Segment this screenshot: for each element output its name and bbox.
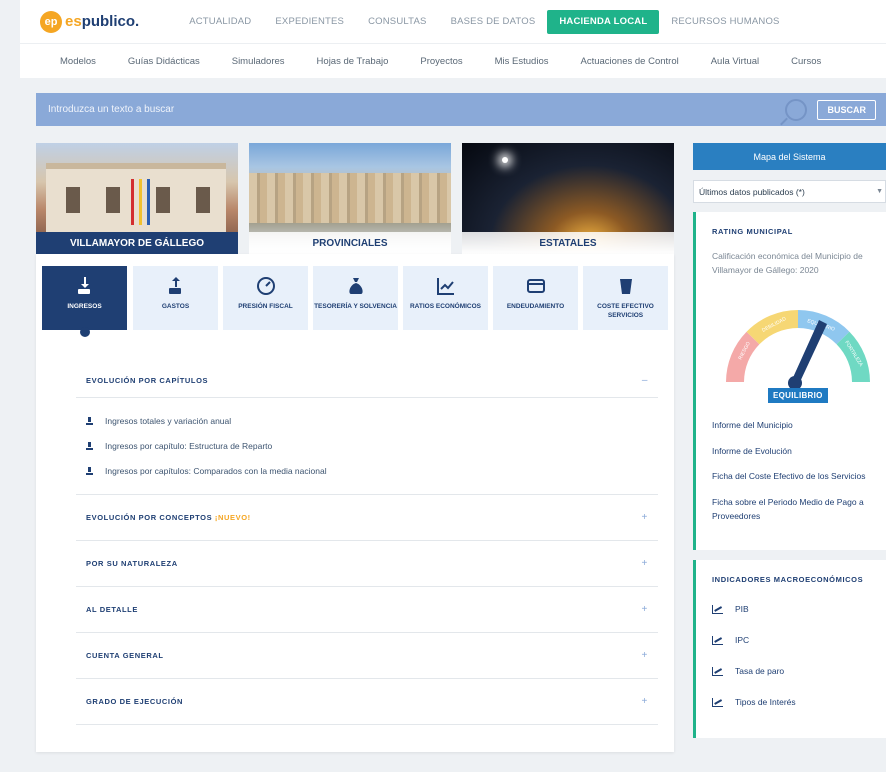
link-ingresos-totales[interactable]: Ingresos totales y variación anual bbox=[86, 416, 231, 426]
subnav-proyectos[interactable]: Proyectos bbox=[404, 56, 478, 67]
main-panel: INGRESOS GASTOS PRESIÓN FISCAL TESORERÍA… bbox=[36, 254, 674, 752]
subnav-actuaciones[interactable]: Actuaciones de Control bbox=[564, 56, 694, 67]
tile-endeudamiento[interactable]: ENDEUDAMIENTO bbox=[493, 266, 578, 330]
download-icon bbox=[86, 467, 93, 475]
nav-actualidad[interactable]: ACTUALIDAD bbox=[177, 16, 263, 27]
trash-bin-icon bbox=[616, 276, 636, 296]
macro-tipos-interes[interactable]: Tipos de Interés bbox=[712, 697, 796, 707]
nav-bases-de-datos[interactable]: BASES DE DATOS bbox=[439, 16, 548, 27]
tile-presion-fiscal[interactable]: PRESIÓN FISCAL bbox=[223, 266, 308, 330]
line-chart-icon bbox=[436, 276, 456, 296]
macro-indicators-card: INDICADORES MACROECONÓMICOS PIB IPC Tasa… bbox=[693, 560, 886, 738]
logo-mark-icon: ep bbox=[40, 10, 62, 33]
line-chart-icon bbox=[712, 604, 723, 614]
expand-icon[interactable]: + bbox=[642, 604, 648, 615]
nav-consultas[interactable]: CONSULTAS bbox=[356, 16, 438, 27]
download-hand-icon bbox=[75, 276, 95, 296]
earth-night-image bbox=[502, 157, 508, 163]
search-icon[interactable] bbox=[785, 98, 808, 121]
top-navigation: ep espublico. ACTUALIDAD EXPEDIENTES CON… bbox=[20, 0, 886, 44]
subnav-aula[interactable]: Aula Virtual bbox=[695, 56, 775, 67]
nav-recursos-humanos[interactable]: RECURSOS HUMANOS bbox=[659, 16, 791, 27]
chevron-down-icon: ▼ bbox=[876, 188, 883, 195]
expand-icon[interactable]: + bbox=[642, 650, 648, 661]
accordion-cuenta-general[interactable]: CUENTA GENERAL + bbox=[76, 633, 658, 679]
line-chart-icon bbox=[712, 697, 723, 707]
rating-title: RATING MUNICIPAL bbox=[712, 227, 793, 236]
rating-description: Calificación económica del Municipio de … bbox=[712, 251, 863, 275]
card-estatales[interactable]: ESTATALES bbox=[462, 143, 674, 254]
main-nav: ACTUALIDAD EXPEDIENTES CONSULTAS BASES D… bbox=[177, 0, 791, 44]
nav-expedientes[interactable]: EXPEDIENTES bbox=[263, 16, 356, 27]
city-image bbox=[249, 173, 451, 223]
search-bar: BUSCAR bbox=[36, 93, 886, 126]
tile-ingresos[interactable]: INGRESOS bbox=[42, 266, 127, 330]
subnav-cursos[interactable]: Cursos bbox=[775, 56, 837, 67]
link-informe-municipio[interactable]: Informe del Municipio bbox=[712, 418, 884, 432]
sub-navigation: Modelos Guías Didácticas Simuladores Hoj… bbox=[20, 44, 886, 78]
collapse-icon[interactable]: – bbox=[642, 375, 648, 386]
search-input[interactable] bbox=[36, 93, 786, 126]
gauge-needle bbox=[791, 320, 827, 384]
new-badge: ¡NUEVO! bbox=[214, 513, 251, 522]
link-ficha-coste[interactable]: Ficha del Coste Efectivo de los Servicio… bbox=[712, 469, 884, 483]
upload-hand-icon bbox=[166, 276, 186, 296]
tile-coste-efectivo[interactable]: COSTE EFECTIVO SERVICIOS bbox=[583, 266, 668, 330]
tile-gastos[interactable]: GASTOS bbox=[133, 266, 218, 330]
expand-icon[interactable]: + bbox=[642, 512, 648, 523]
card-provinciales[interactable]: PROVINCIALES bbox=[249, 143, 451, 254]
subnav-guias[interactable]: Guías Didácticas bbox=[112, 56, 216, 67]
search-button[interactable]: BUSCAR bbox=[817, 99, 876, 120]
tile-tesoreria[interactable]: TESORERÍA Y SOLVENCIA bbox=[313, 266, 398, 330]
subnav-simuladores[interactable]: Simuladores bbox=[216, 56, 301, 67]
link-ingresos-comparados[interactable]: Ingresos por capítulos: Comparados con l… bbox=[86, 466, 327, 476]
money-bag-icon bbox=[346, 276, 366, 296]
credit-card-icon bbox=[526, 276, 546, 296]
accordion-naturaleza[interactable]: POR SU NATURALEZA + bbox=[76, 541, 658, 587]
subnav-estudios[interactable]: Mis Estudios bbox=[479, 56, 565, 67]
card-provinciales-label: PROVINCIALES bbox=[249, 232, 451, 254]
accordion-title: EVOLUCIÓN POR CAPÍTULOS bbox=[86, 376, 209, 385]
subnav-hojas[interactable]: Hojas de Trabajo bbox=[301, 56, 405, 67]
download-icon bbox=[86, 417, 93, 425]
subnav-modelos[interactable]: Modelos bbox=[20, 56, 112, 67]
macro-tasa-paro[interactable]: Tasa de paro bbox=[712, 666, 784, 676]
line-chart-icon bbox=[712, 666, 723, 676]
rating-gauge: RIESGO DEBILIDAD EQUILIBRIO FORTALEZA bbox=[726, 310, 870, 390]
link-ingresos-estructura[interactable]: Ingresos por capítulo: Estructura de Rep… bbox=[86, 441, 272, 451]
accordion-evolucion-capitulos[interactable]: EVOLUCIÓN POR CAPÍTULOS – bbox=[76, 364, 658, 398]
line-chart-icon bbox=[712, 635, 723, 645]
gauge-icon bbox=[256, 276, 276, 296]
link-ficha-pago[interactable]: Ficha sobre el Periodo Medio de Pago a P… bbox=[712, 495, 884, 523]
town-hall-image bbox=[46, 163, 226, 233]
tile-ratios[interactable]: RATIOS ECONÓMICOS bbox=[403, 266, 488, 330]
macro-title: INDICADORES MACROECONÓMICOS bbox=[712, 575, 864, 584]
macro-ipc[interactable]: IPC bbox=[712, 635, 749, 645]
espublico-logo[interactable]: ep espublico. bbox=[40, 10, 139, 33]
nav-hacienda-local[interactable]: HACIENDA LOCAL bbox=[547, 9, 660, 34]
accordion-detalle[interactable]: AL DETALLE + bbox=[76, 587, 658, 633]
link-informe-evolucion[interactable]: Informe de Evolución bbox=[712, 444, 884, 458]
rating-result-badge: EQUILIBRIO bbox=[768, 388, 828, 403]
expand-icon[interactable]: + bbox=[642, 558, 648, 569]
macro-pib[interactable]: PIB bbox=[712, 604, 749, 614]
data-version-select[interactable]: Últimos datos publicados (*) ▼ bbox=[693, 180, 886, 203]
download-icon bbox=[86, 442, 93, 450]
accordion-grado-ejecucion[interactable]: GRADO DE EJECUCIÓN + bbox=[76, 679, 658, 725]
card-estatales-label: ESTATALES bbox=[462, 232, 674, 254]
expand-icon[interactable]: + bbox=[642, 696, 648, 707]
rating-municipal-card: RATING MUNICIPAL Calificación económica … bbox=[693, 212, 886, 550]
card-local[interactable]: VILLAMAYOR DE GÁLLEGO bbox=[36, 143, 238, 254]
accordion-evolucion-conceptos[interactable]: EVOLUCIÓN POR CONCEPTOS ¡NUEVO! + bbox=[76, 494, 658, 541]
active-tile-indicator bbox=[80, 327, 90, 337]
sitemap-button[interactable]: Mapa del Sistema bbox=[693, 143, 886, 170]
